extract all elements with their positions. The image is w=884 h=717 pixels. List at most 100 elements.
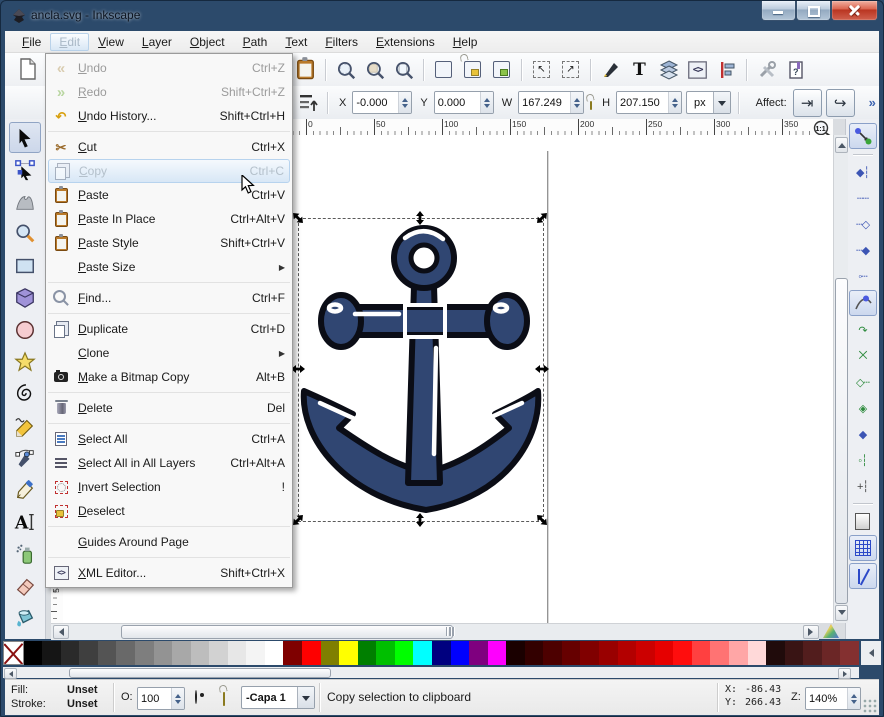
tool-zoom[interactable]	[9, 218, 41, 249]
tool-spray[interactable]	[9, 538, 41, 569]
menu-item-make-bitmap-copy[interactable]: Make a Bitmap CopyAlt+B	[46, 365, 292, 389]
menu-item-select-all-layers[interactable]: Select All in All LayersCtrl+Alt+A	[46, 451, 292, 475]
layer-lock-icon[interactable]	[223, 692, 225, 706]
snap-nodes-button[interactable]	[849, 290, 877, 316]
snap-bbox-edges-button[interactable]: ┄┄	[850, 186, 876, 210]
preferences-button[interactable]	[754, 57, 779, 83]
snap-object-centers-button[interactable]: ◦┆	[850, 448, 876, 472]
scrollbar-grip[interactable]	[443, 626, 457, 636]
palette-swatch[interactable]	[358, 641, 377, 665]
palette-swatch[interactable]	[580, 641, 599, 665]
layer-dropdown[interactable]: -Capa 1	[241, 686, 315, 709]
menu-object[interactable]: Object	[181, 33, 234, 51]
palette-swatch[interactable]	[3, 641, 24, 665]
menu-file[interactable]: File	[13, 33, 50, 51]
help-button[interactable]: ?	[783, 57, 808, 83]
palette-swatch[interactable]	[265, 641, 284, 665]
tool-3dbox[interactable]	[9, 282, 41, 313]
tool-spiral[interactable]	[9, 378, 41, 409]
palette-swatch[interactable]	[154, 641, 173, 665]
snap-paths-button[interactable]: ↷	[850, 318, 876, 342]
palette-swatch[interactable]	[822, 641, 841, 665]
horizontal-scroll-thumb[interactable]	[121, 625, 453, 639]
palette-swatch[interactable]	[506, 641, 525, 665]
tool-node[interactable]	[9, 154, 41, 185]
tool-eraser[interactable]	[9, 570, 41, 601]
palette-swatch[interactable]	[636, 641, 655, 665]
tool-paint-bucket[interactable]	[9, 602, 41, 633]
zoom-spin-arrows[interactable]	[847, 688, 860, 709]
new-document-button[interactable]	[15, 56, 40, 82]
snap-bbox-midpoints-button[interactable]: ┄◆	[850, 238, 876, 262]
zoom-selection-button[interactable]	[333, 57, 358, 83]
palette-scrollbar[interactable]	[3, 667, 859, 678]
layer-visibility-eye-icon[interactable]	[195, 690, 197, 704]
lock-ratio-icon[interactable]	[590, 101, 592, 110]
palette-swatch[interactable]	[785, 641, 804, 665]
menu-item-invert-selection[interactable]: Invert Selection!	[46, 475, 292, 499]
unlink-clone-button[interactable]	[489, 57, 514, 83]
minimize-button[interactable]	[761, 1, 796, 21]
selection-handle-w[interactable]	[291, 362, 305, 376]
text-dialog-button[interactable]: T	[627, 57, 652, 83]
palette-swatch[interactable]	[618, 641, 637, 665]
tool-tweak[interactable]	[9, 186, 41, 217]
palette-swatch[interactable]	[116, 641, 135, 665]
snap-enable-button[interactable]	[849, 123, 877, 149]
palette-swatch[interactable]	[209, 641, 228, 665]
scroll-left-button[interactable]	[53, 625, 69, 639]
tool-calligraphy[interactable]	[9, 474, 41, 505]
menu-item-find[interactable]: Find...Ctrl+F	[46, 286, 292, 310]
menu-item-select-all[interactable]: Select AllCtrl+A	[46, 427, 292, 451]
menu-item-redo[interactable]: »RedoShift+Ctrl+Z	[46, 80, 292, 104]
palette-swatch[interactable]	[543, 641, 562, 665]
menu-view[interactable]: View	[89, 33, 133, 51]
paste-button[interactable]	[293, 57, 318, 83]
tool-text[interactable]: A	[9, 506, 41, 537]
menu-item-paste-size[interactable]: Paste Size	[46, 255, 292, 279]
snap-page-border-button[interactable]	[850, 509, 876, 533]
zoom-input[interactable]	[806, 688, 847, 709]
x-input[interactable]	[353, 92, 398, 113]
affect-move-button[interactable]: ⇥	[793, 89, 822, 117]
y-spin-arrows[interactable]	[480, 92, 493, 113]
palette-swatch[interactable]	[79, 641, 98, 665]
vertical-scroll-thumb[interactable]	[835, 278, 848, 604]
palette-swatch[interactable]	[710, 641, 729, 665]
palette-swatch[interactable]	[562, 641, 581, 665]
menu-layer[interactable]: Layer	[133, 33, 181, 51]
align-dialog-button[interactable]	[714, 57, 739, 83]
snap-line-midpoints-button[interactable]: ◆	[850, 422, 876, 446]
units-dropdown[interactable]: px	[686, 91, 731, 114]
palette-swatch[interactable]	[42, 641, 61, 665]
clone-button[interactable]	[460, 57, 485, 83]
scroll-right-button[interactable]	[803, 625, 819, 639]
opacity-spin-arrows[interactable]	[171, 688, 184, 709]
menu-filters[interactable]: Filters	[316, 33, 367, 51]
palette-swatch[interactable]	[748, 641, 767, 665]
palette-swatch[interactable]	[803, 641, 822, 665]
layer-dropdown-arrow-icon[interactable]	[297, 687, 314, 708]
snap-grids-button[interactable]	[849, 535, 877, 561]
palette-swatch[interactable]	[172, 641, 191, 665]
window-resize-grip[interactable]	[863, 699, 877, 713]
menu-path[interactable]: Path	[234, 33, 277, 51]
palette-swatch[interactable]	[395, 641, 414, 665]
menu-item-guides-around-page[interactable]: Guides Around Page	[46, 530, 292, 554]
snap-bbox-button[interactable]: ◆┆	[850, 160, 876, 184]
units-dropdown-arrow-icon[interactable]	[713, 92, 730, 113]
fill-stroke-button[interactable]	[598, 57, 623, 83]
menu-item-undo-history[interactable]: ↶Undo History...Shift+Ctrl+H	[46, 104, 292, 128]
menu-item-paste-in-place[interactable]: Paste In PlaceCtrl+Alt+V	[46, 207, 292, 231]
snap-bbox-centers-button[interactable]: ◦┄	[850, 264, 876, 288]
horizontal-scrollbar[interactable]	[51, 623, 819, 640]
palette-scroll-left-button[interactable]	[861, 641, 881, 665]
menu-edit[interactable]: Edit	[50, 33, 89, 51]
y-input[interactable]	[435, 92, 480, 113]
xml-editor-button[interactable]	[685, 57, 710, 83]
palette-swatch[interactable]	[432, 641, 451, 665]
stroke-value[interactable]: Unset	[67, 698, 98, 710]
title-bar[interactable]: ancla.svg - Inkscape	[1, 1, 883, 31]
layers-dialog-button[interactable]	[656, 57, 681, 83]
palette-scroll-thumb[interactable]	[69, 668, 331, 678]
